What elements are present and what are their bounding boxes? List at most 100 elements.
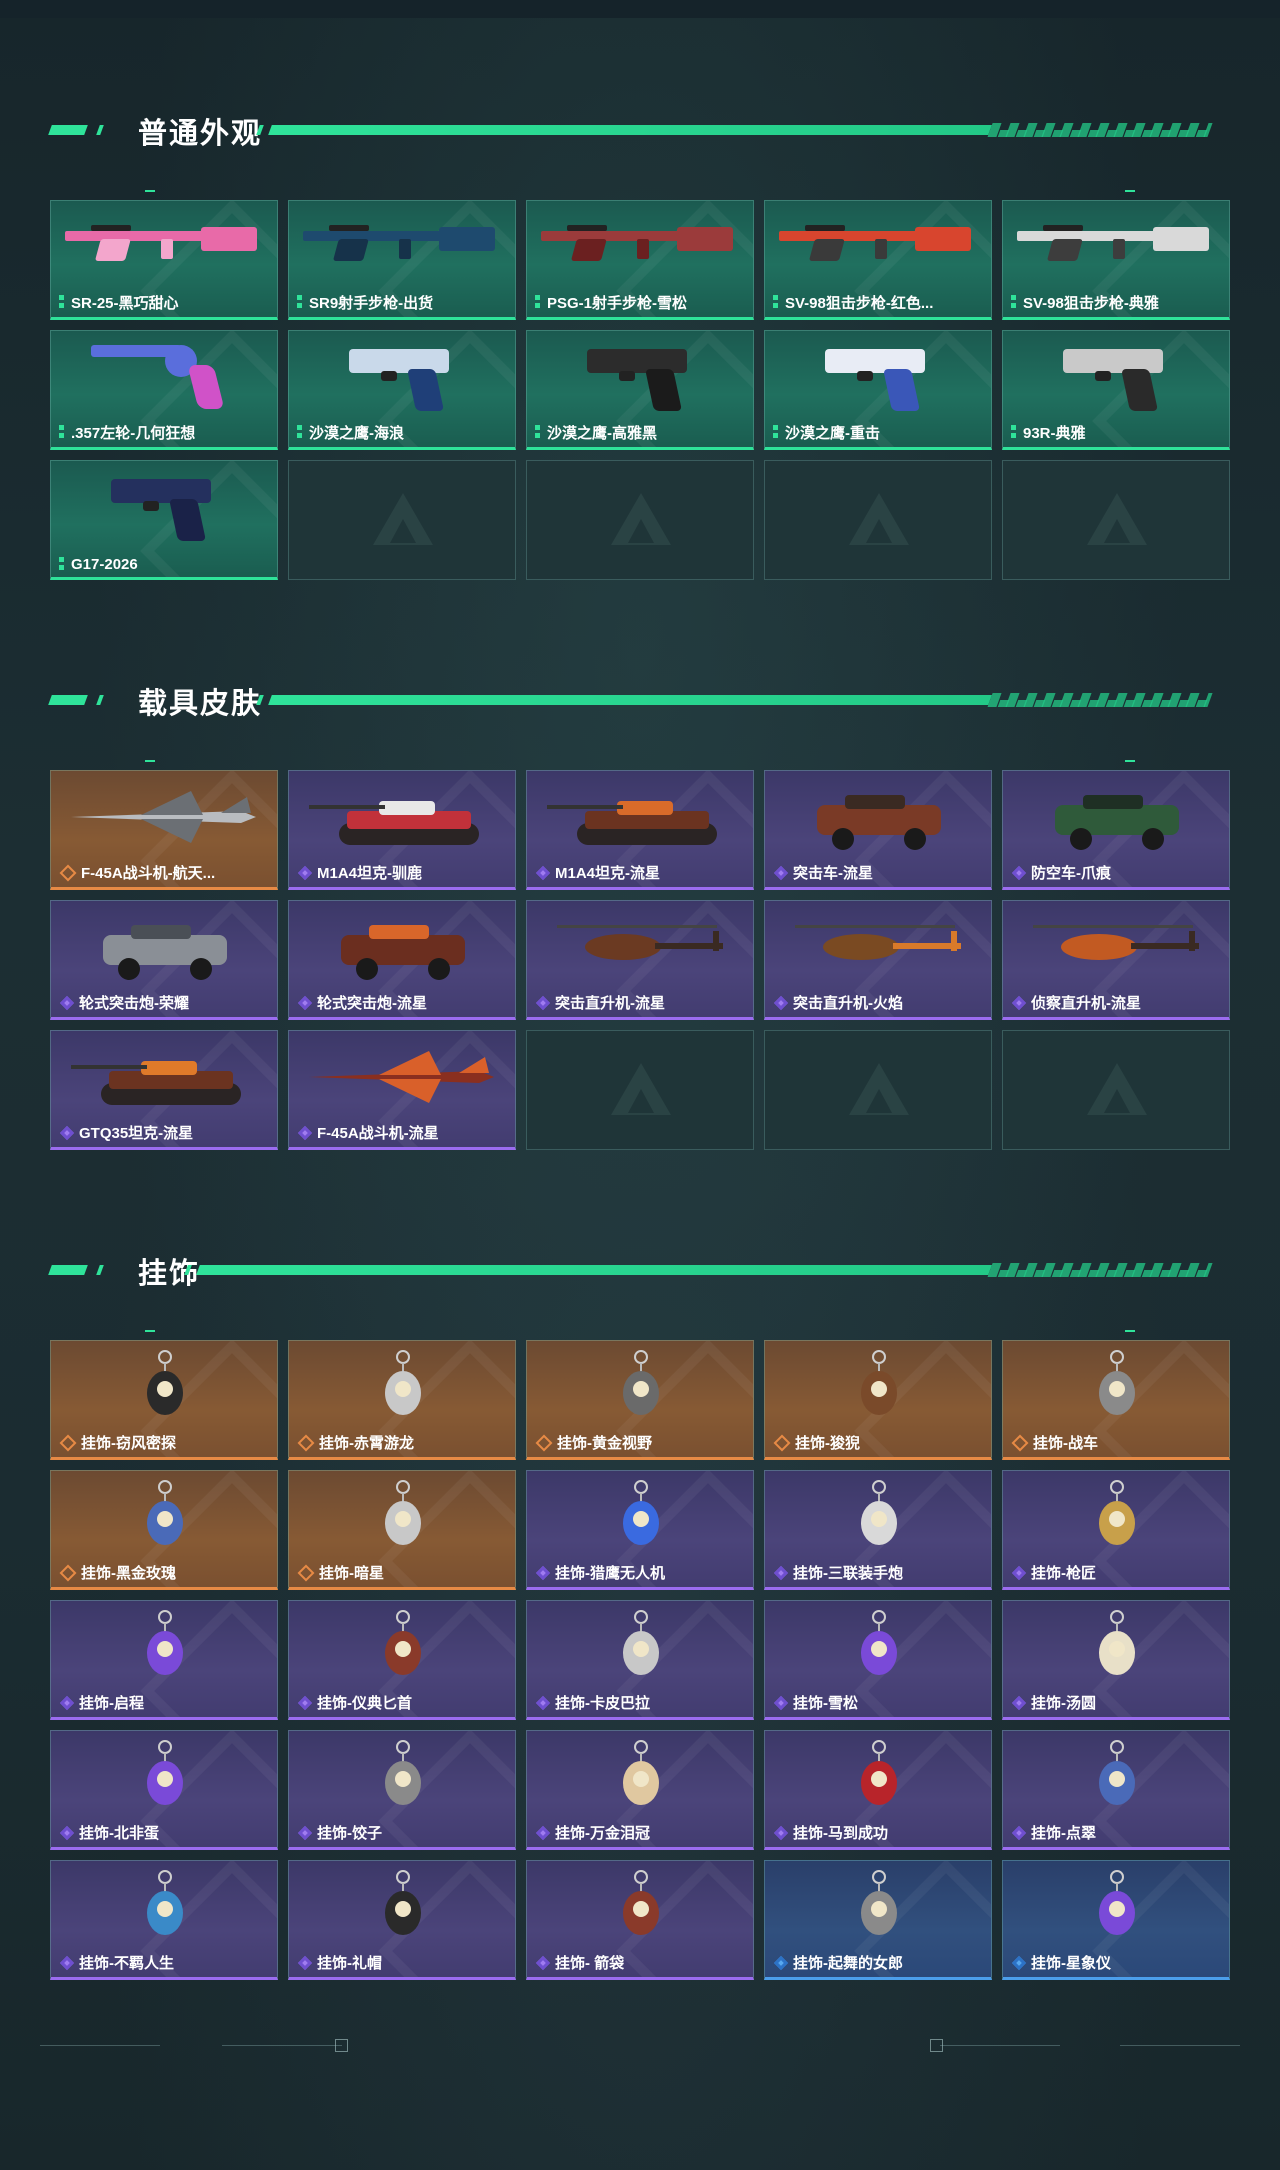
item-label: 沙漠之鹰-海浪 — [297, 422, 509, 443]
item-card[interactable]: G17-2026 — [50, 460, 278, 580]
item-name: 挂饰-起舞的女郎 — [793, 1955, 903, 1972]
rarity-icon — [773, 1825, 789, 1840]
item-name: 挂饰-饺子 — [317, 1825, 382, 1842]
item-card[interactable]: 挂饰-战车 — [1002, 1340, 1230, 1460]
item-card[interactable]: 突击直升机-流星 — [526, 900, 754, 1020]
item-card[interactable]: 挂饰-窃风密探 — [50, 1340, 278, 1460]
empty-slot — [764, 1030, 992, 1150]
charm-gold-icon — [527, 1341, 753, 1431]
section-title: 普通外观 — [138, 118, 263, 150]
charm-crown-icon — [527, 1731, 753, 1821]
item-card[interactable]: 挂饰-点翠 — [1002, 1730, 1230, 1850]
item-name: 突击直升机-流星 — [555, 995, 665, 1012]
item-name: 防空车-爪痕 — [1031, 865, 1111, 882]
item-name: 挂饰-启程 — [79, 1695, 144, 1712]
rarity-icon — [297, 1434, 315, 1451]
item-label: PSG-1射手步枪-雪松 — [535, 292, 747, 313]
item-card[interactable]: 挂饰-卡皮巴拉 — [526, 1600, 754, 1720]
item-card[interactable]: 挂饰-猎鹰无人机 — [526, 1470, 754, 1590]
logo-watermark-inner — [1104, 519, 1130, 543]
rarity-icon — [297, 424, 302, 441]
rarity-icon — [297, 1125, 313, 1140]
item-card[interactable]: 挂饰-暗星 — [288, 1470, 516, 1590]
charm-dumpling-icon — [1003, 1601, 1229, 1691]
item-label: 突击车-流星 — [773, 862, 985, 883]
empty-slot — [1002, 1030, 1230, 1150]
item-card[interactable]: 沙漠之鹰-重击 — [764, 330, 992, 450]
item-card[interactable]: M1A4坦克-流星 — [526, 770, 754, 890]
item-card[interactable]: 轮式突击炮-荣耀 — [50, 900, 278, 1020]
item-card[interactable]: 93R-典雅 — [1002, 330, 1230, 450]
item-card[interactable]: 挂饰-起舞的女郎 — [764, 1860, 992, 1980]
item-label: SV-98狙击步枪-典雅 — [1011, 292, 1223, 313]
item-card[interactable]: 挂饰-枪匠 — [1002, 1470, 1230, 1590]
item-card[interactable]: 沙漠之鹰-高雅黑 — [526, 330, 754, 450]
logo-watermark-inner — [866, 1089, 892, 1113]
item-card[interactable]: 挂饰-北非蛋 — [50, 1730, 278, 1850]
item-name: 挂饰-汤圆 — [1031, 1695, 1096, 1712]
item-card[interactable]: 挂饰-仪典匕首 — [288, 1600, 516, 1720]
item-card[interactable]: 侦察直升机-流星 — [1002, 900, 1230, 1020]
rarity-icon — [59, 1434, 77, 1451]
item-label: 沙漠之鹰-高雅黑 — [535, 422, 747, 443]
item-card[interactable]: SR9射手步枪-出货 — [288, 200, 516, 320]
item-card[interactable]: 挂饰-饺子 — [288, 1730, 516, 1850]
rarity-icon — [535, 424, 540, 441]
item-card[interactable]: 沙漠之鹰-海浪 — [288, 330, 516, 450]
charm-ring-icon — [51, 1601, 277, 1691]
item-card[interactable]: PSG-1射手步枪-雪松 — [526, 200, 754, 320]
item-name: 轮式突击炮-流星 — [317, 995, 427, 1012]
item-card[interactable]: 挂饰-雪松 — [764, 1600, 992, 1720]
item-card[interactable]: 挂饰-星象仪 — [1002, 1860, 1230, 1980]
item-card[interactable]: 防空车-爪痕 — [1002, 770, 1230, 890]
pistol-wave-icon — [289, 331, 515, 421]
header-marker — [48, 125, 88, 135]
item-label: 挂饰-黑金玫瑰 — [59, 1562, 271, 1583]
item-label: 挂饰-卡皮巴拉 — [535, 1692, 747, 1713]
item-card[interactable]: 挂饰-马到成功 — [764, 1730, 992, 1850]
item-card[interactable]: SV-98狙击步枪-红色... — [764, 200, 992, 320]
charm-gunsmith-icon — [1003, 1471, 1229, 1561]
header-checker-pattern-b — [988, 1270, 1212, 1277]
rarity-icon — [1011, 995, 1027, 1010]
item-card[interactable]: 挂饰-赤霄游龙 — [288, 1340, 516, 1460]
item-label: F-45A战斗机-流星 — [297, 1122, 509, 1143]
item-card[interactable]: 挂饰-不羁人生 — [50, 1860, 278, 1980]
rarity-icon — [535, 995, 551, 1010]
item-name: 挂饰-星象仪 — [1031, 1955, 1111, 1972]
item-card[interactable]: SV-98狙击步枪-典雅 — [1002, 200, 1230, 320]
header-checker-pattern-b — [988, 130, 1212, 137]
item-card[interactable]: SR-25-黑巧甜心 — [50, 200, 278, 320]
item-card[interactable]: GTQ35坦克-流星 — [50, 1030, 278, 1150]
item-name: PSG-1射手步枪-雪松 — [547, 295, 688, 312]
item-card[interactable]: 挂饰-启程 — [50, 1600, 278, 1720]
item-card[interactable]: 突击直升机-火焰 — [764, 900, 992, 1020]
item-card[interactable]: 挂饰-礼帽 — [288, 1860, 516, 1980]
item-name: 挂饰-黑金玫瑰 — [81, 1565, 176, 1582]
rarity-icon — [297, 995, 313, 1010]
item-card[interactable]: F-45A战斗机-航天... — [50, 770, 278, 890]
charm-rose-icon — [51, 1471, 277, 1561]
item-card[interactable]: 挂饰-万金泪冠 — [526, 1730, 754, 1850]
item-card[interactable]: M1A4坦克-驯鹿 — [288, 770, 516, 890]
rarity-icon — [297, 1955, 313, 1970]
item-card[interactable]: 挂饰-三联装手炮 — [764, 1470, 992, 1590]
section-header: 普通外观 — [48, 108, 1213, 150]
rarity-icon — [59, 1125, 75, 1140]
item-card[interactable]: F-45A战斗机-流星 — [288, 1030, 516, 1150]
tank-red-icon — [289, 771, 515, 861]
item-name: M1A4坦克-流星 — [555, 865, 661, 882]
item-card[interactable]: 挂饰-狻猊 — [764, 1340, 992, 1460]
charm-hat-icon — [289, 1861, 515, 1951]
item-card[interactable]: 挂饰-黄金视野 — [526, 1340, 754, 1460]
item-card[interactable]: 突击车-流星 — [764, 770, 992, 890]
item-card[interactable]: .357左轮-几何狂想 — [50, 330, 278, 450]
item-card[interactable]: 挂饰-汤圆 — [1002, 1600, 1230, 1720]
item-label: 挂饰-启程 — [59, 1692, 271, 1713]
item-card[interactable]: 挂饰-黑金玫瑰 — [50, 1470, 278, 1590]
item-label: 挂饰-黄金视野 — [535, 1432, 747, 1453]
item-card[interactable]: 轮式突击炮-流星 — [288, 900, 516, 1020]
item-card[interactable]: 挂饰- 箭袋 — [526, 1860, 754, 1980]
charm-dragon-icon — [289, 1341, 515, 1431]
rarity-icon — [535, 1955, 551, 1970]
